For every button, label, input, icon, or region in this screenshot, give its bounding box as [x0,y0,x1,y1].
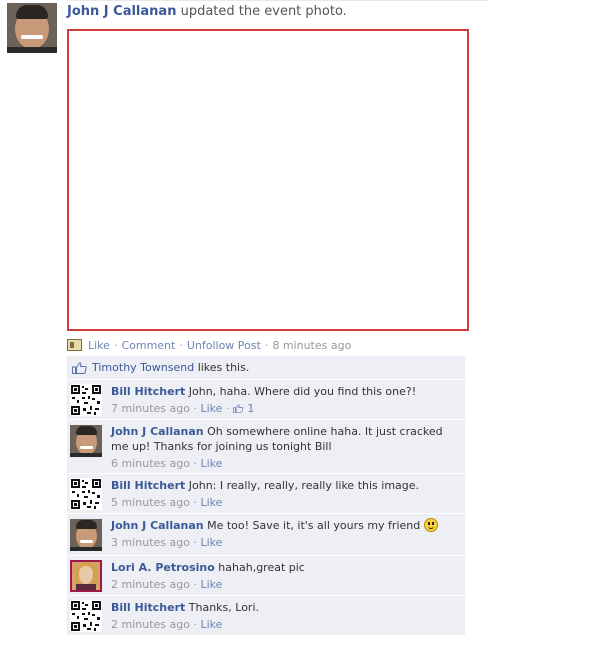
avatar-shirt [7,47,57,53]
like-link[interactable]: Like [88,339,110,352]
comment-item: Bill Hitchert John, haha. Where did you … [67,380,465,420]
comment-body: John J Callanan Oh somewhere online haha… [111,424,461,471]
comment-author[interactable]: Bill Hitchert [111,479,185,492]
comment-body: Bill Hitchert John: I really, really, re… [111,478,461,510]
separator: · [113,338,118,352]
comment-author[interactable]: Bill Hitchert [111,601,185,614]
comment-text: hahah,great pic [218,561,305,574]
post-timestamp: 8 minutes ago [272,338,352,352]
comments-list: Timothy Townsend likes this. Bill Hitche… [67,356,465,636]
comment-body: Bill Hitchert Thanks, Lori. 2 minutes ag… [111,600,461,632]
comment-author[interactable]: Lori A. Petrosino [111,561,215,574]
comment-link[interactable]: Comment [121,339,175,352]
separator: · [264,338,269,352]
unfollow-link[interactable]: Unfollow Post [187,339,261,352]
comment-item: Bill Hitchert John: I really, really, re… [67,474,465,514]
comment-meta: 2 minutes ago · Like [111,618,223,631]
qr-code-avatar[interactable] [70,478,102,510]
comment-time: 2 minutes ago [111,618,190,631]
comment-time: 5 minutes ago [111,496,190,509]
comment-time: 2 minutes ago [111,578,190,591]
comment-body: Bill Hitchert John, haha. Where did you … [111,384,461,416]
comment-item: John J Callanan Oh somewhere online haha… [67,420,465,474]
comment-text: John: I really, really, really like this… [188,479,420,492]
qr-code-avatar[interactable] [70,384,102,416]
comment-meta: 5 minutes ago · Like [111,496,223,509]
separator: · [179,338,183,352]
john-avatar[interactable] [70,425,102,457]
event-icon [67,339,82,351]
like-thumb-icon [72,361,87,374]
comment-author[interactable]: Bill Hitchert [111,385,185,398]
comment-time: 7 minutes ago [111,402,190,415]
post-author-link[interactable]: John J Callanan [67,4,176,19]
comment-like-link[interactable]: Like [200,536,222,549]
comment-text: Thanks, Lori. [188,601,260,614]
avatar-hair [16,5,48,19]
comment-meta: 2 minutes ago · Like [111,578,223,591]
comment-like-link[interactable]: Like [200,496,222,509]
like-thumb-icon [232,404,244,413]
likes-suffix: likes this. [197,361,250,374]
comment-like-link[interactable]: Like [200,618,222,631]
liker-name[interactable]: Timothy Townsend [92,361,194,374]
top-divider [67,0,488,1]
comment-like-link[interactable]: Like [200,402,222,415]
comment-text: Me too! Save it, it's all yours my frien… [207,519,421,532]
comment-author[interactable]: John J Callanan [111,425,204,438]
comment-meta: 3 minutes ago · Like [111,536,223,549]
post-header: John J Callanan updated the event photo. [67,4,347,19]
lori-avatar[interactable] [70,560,102,592]
qr-code-avatar[interactable] [70,600,102,632]
comment-time: 3 minutes ago [111,536,190,549]
avatar-smile [21,35,43,39]
comment-item: Lori A. Petrosino hahah,great pic 2 minu… [67,556,465,596]
john-avatar[interactable] [70,519,102,551]
comment-like-link[interactable]: Like [200,457,222,470]
post-author-avatar[interactable] [7,3,57,53]
post-action-text: updated the event photo. [180,4,347,19]
event-photo[interactable] [67,29,469,331]
comment-item: Bill Hitchert Thanks, Lori. 2 minutes ag… [67,596,465,636]
comment-text: John, haha. Where did you find this one?… [188,385,417,398]
comment-meta: 7 minutes ago · Like · 1 [111,402,255,415]
post-actions: Like · Comment · Unfollow Post · 8 minut… [67,338,351,352]
comment-item: John J Callanan Me too! Save it, it's al… [67,514,465,556]
comment-time: 6 minutes ago [111,457,190,470]
likes-row: Timothy Townsend likes this. [67,356,465,380]
smiley-icon [423,518,438,532]
comment-author[interactable]: John J Callanan [111,519,204,532]
comment-body: John J Callanan Me too! Save it, it's al… [111,518,461,550]
comment-like-count[interactable]: 1 [247,402,254,415]
comment-meta: 6 minutes ago · Like [111,457,223,470]
comment-body: Lori A. Petrosino hahah,great pic 2 minu… [111,560,461,592]
comment-like-link[interactable]: Like [200,578,222,591]
